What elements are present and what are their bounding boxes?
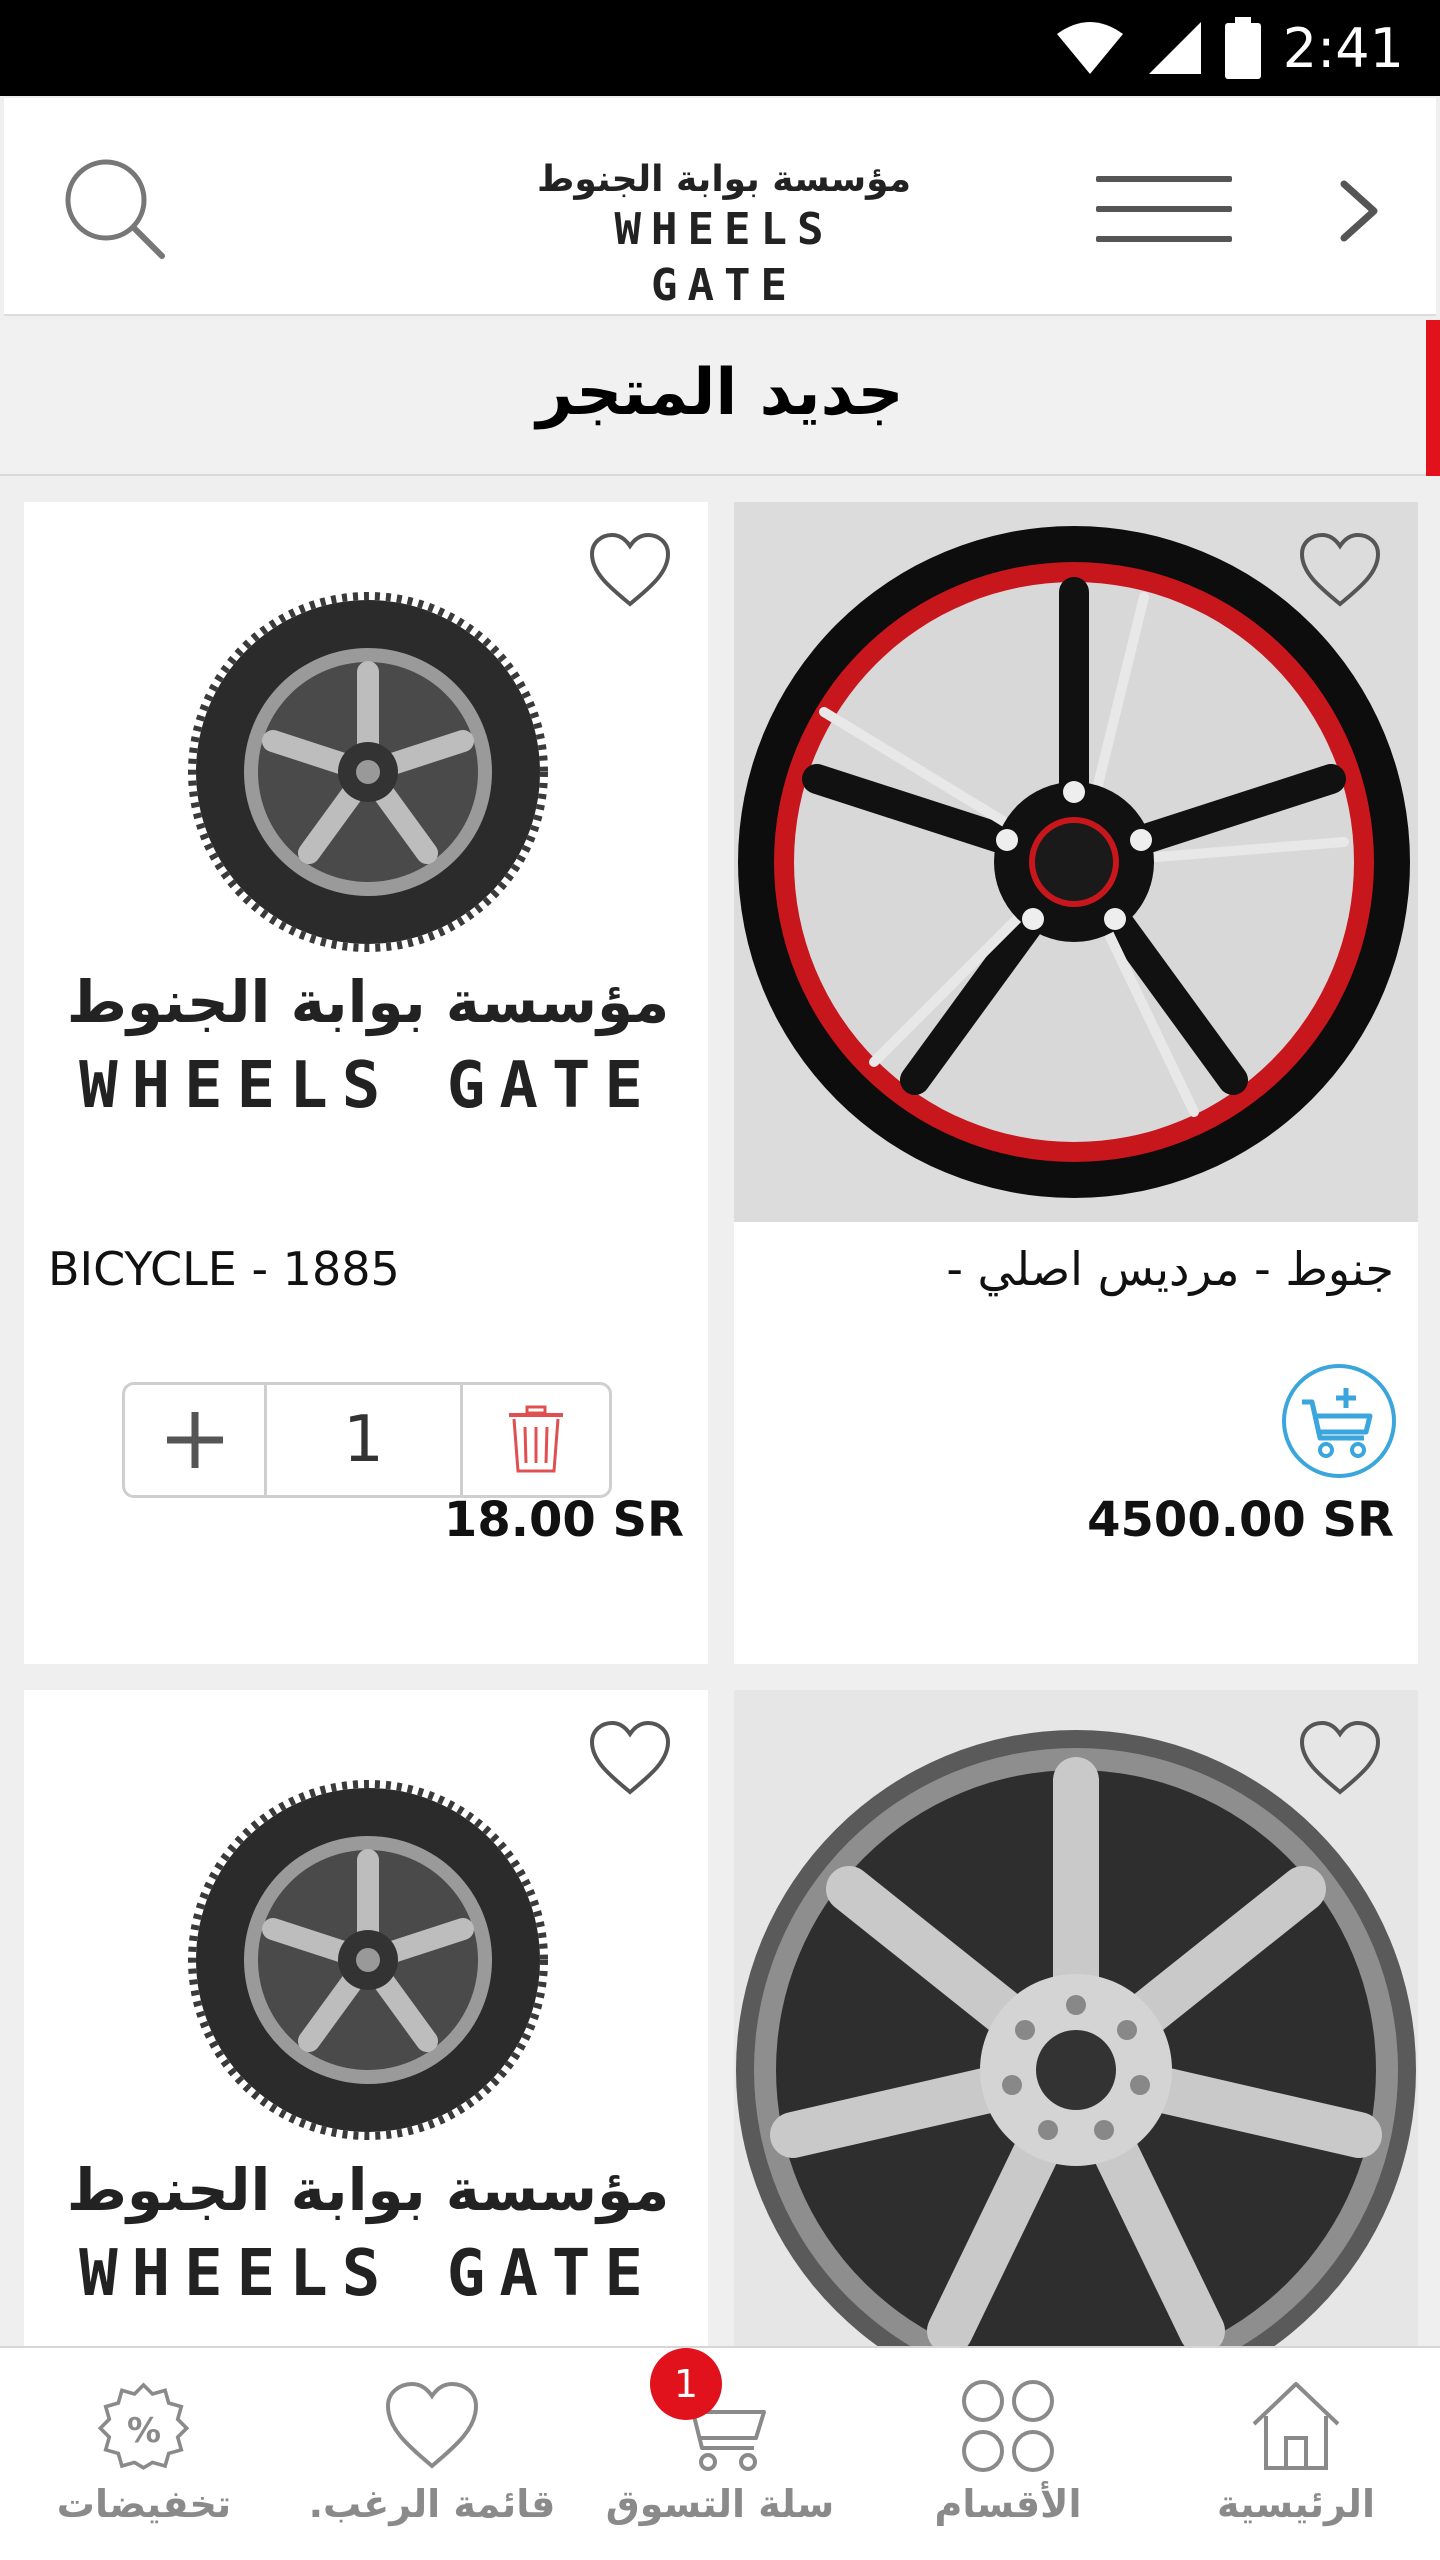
- nav-item-home[interactable]: الرئيسية: [1152, 2348, 1440, 2560]
- logo-english-text: WHEELS GATE: [614, 204, 834, 311]
- nav-item-categories[interactable]: الأقسام: [864, 2348, 1152, 2560]
- section-header: جديد المتجر: [0, 320, 1440, 476]
- product-card[interactable]: [734, 1690, 1418, 2346]
- discount-badge-icon: %: [97, 2382, 190, 2470]
- logo-arabic-text: مؤسسة بوابة الجنوط: [536, 159, 912, 200]
- product-price: 4500.00 SR: [1087, 1492, 1394, 1548]
- cart-count-badge: 1: [650, 2348, 722, 2420]
- wifi-icon: [1056, 22, 1123, 74]
- add-to-cart-icon[interactable]: [1280, 1362, 1398, 1480]
- delete-from-cart-button[interactable]: [463, 1385, 609, 1495]
- nav-label: تخفيضات: [56, 2482, 232, 2526]
- status-bar: 2:41: [0, 0, 1440, 96]
- tire-illustration: مؤسسة بوابة الجنوط WHEELS GATE: [67, 592, 670, 1123]
- brand-logo[interactable]: مؤسسة بوابة الجنوط WHEELS GATE: [534, 158, 914, 311]
- image-logo-arabic: مؤسسة بوابة الجنوط: [67, 2156, 670, 2225]
- heart-icon[interactable]: [588, 532, 672, 610]
- image-logo-arabic: مؤسسة بوابة الجنوط: [67, 968, 670, 1037]
- grid-icon: [962, 2380, 1054, 2472]
- nav-label: الرئيسية: [1217, 2482, 1375, 2526]
- trash-icon: [508, 1405, 563, 1473]
- battery-icon: [1224, 17, 1261, 79]
- plus-icon: [166, 1412, 223, 1468]
- nav-label: سلة التسوق: [605, 2482, 835, 2526]
- nav-item-discounts[interactable]: % تخفيضات: [0, 2348, 288, 2560]
- section-title: جديد المتجر: [536, 356, 904, 430]
- heart-icon[interactable]: [1298, 532, 1382, 610]
- nav-label: الأقسام: [934, 2482, 1082, 2526]
- product-card[interactable]: مؤسسة بوابة الجنوط WHEELS GATE: [24, 1690, 708, 2346]
- increase-quantity-button[interactable]: [125, 1385, 268, 1495]
- product-card[interactable]: مؤسسة بوابة الجنوط WHEELS GATE BICYCLE -…: [24, 502, 708, 1664]
- section-accent-bar: [1426, 320, 1440, 476]
- product-name[interactable]: جنوط - مرديس اصلي -: [758, 1242, 1394, 1296]
- nav-item-wishlist[interactable]: قائمة الرغب.: [288, 2348, 576, 2560]
- signal-icon: [1148, 22, 1201, 74]
- product-image[interactable]: مؤسسة بوابة الجنوط WHEELS GATE: [24, 502, 708, 1222]
- image-logo-english: WHEELS GATE: [79, 2237, 657, 2311]
- quantity-stepper: 1: [122, 1382, 612, 1498]
- chevron-right-icon[interactable]: [1324, 166, 1394, 256]
- search-icon[interactable]: [60, 154, 170, 264]
- status-icons: 2:41: [1055, 14, 1404, 82]
- app-header: مؤسسة بوابة الجنوط WHEELS GATE: [4, 98, 1436, 316]
- product-name[interactable]: BICYCLE - 1885: [48, 1242, 684, 1296]
- product-image[interactable]: [734, 502, 1418, 1222]
- clock: 2:41: [1282, 16, 1404, 80]
- svg-text:%: %: [127, 2411, 161, 2451]
- heart-icon[interactable]: [1298, 1720, 1382, 1798]
- menu-icon[interactable]: [1096, 176, 1232, 248]
- product-card[interactable]: جنوط - مرديس اصلي - 4500.00 SR: [734, 502, 1418, 1664]
- nav-label: قائمة الرغب.: [308, 2482, 556, 2526]
- heart-icon: [385, 2381, 479, 2469]
- heart-icon[interactable]: [588, 1720, 672, 1798]
- rim-illustration: [734, 502, 1418, 1222]
- home-icon: [1252, 2382, 1340, 2470]
- image-logo-english: WHEELS GATE: [79, 1049, 657, 1123]
- product-price: 18.00 SR: [443, 1492, 684, 1548]
- quantity-value: 1: [267, 1385, 463, 1495]
